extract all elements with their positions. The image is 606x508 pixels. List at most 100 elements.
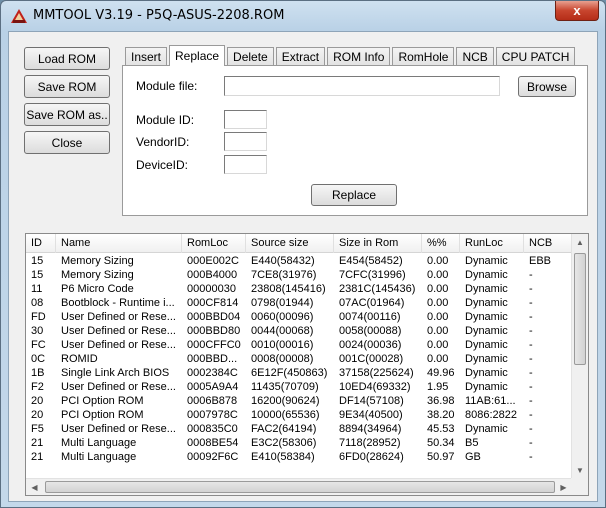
table-cell: 7CFC(31996) — [339, 269, 406, 281]
load-rom-button[interactable]: Load ROM — [24, 47, 110, 70]
table-row[interactable]: 08 Bootblock - Runtime i... 000CF814 0798(0… — [26, 296, 572, 310]
table-cell: Dynamic — [465, 311, 508, 323]
table-cell: 00092F6C — [187, 451, 239, 463]
scroll-down-icon[interactable]: ▼ — [572, 462, 588, 479]
column-header[interactable]: Name — [56, 234, 182, 253]
replace-tab-panel: Module file: Browse Module ID: VendorID:… — [122, 65, 588, 216]
table-cell: 0005A9A4 — [187, 381, 239, 393]
table-cell: E440(58432) — [251, 255, 315, 267]
save-rom-as-button[interactable]: Save ROM as.. — [24, 103, 110, 126]
table-cell: 21 — [31, 451, 44, 463]
tab-strip: Insert Replace Delete Extract ROM Info RomHol… — [125, 45, 577, 66]
table-cell: F2 — [31, 381, 44, 393]
table-cell: User Defined or Rese... — [61, 325, 176, 337]
table-row[interactable]: 20 PCI Option ROM 0006B878 16200(90624) DF14… — [26, 394, 572, 408]
module-list[interactable]: ID Name RomLoc Source size Size in Rom%% RunL… — [25, 233, 589, 496]
table-cell: 15 — [31, 269, 44, 281]
table-cell: 0.00 — [427, 297, 449, 309]
horizontal-scroll-thumb[interactable] — [45, 481, 555, 493]
column-header[interactable]: RunLoc — [460, 234, 524, 253]
scroll-up-icon[interactable]: ▲ — [572, 234, 588, 251]
table-row[interactable]: 21 Multi Language 0008BE54 E3C2(58306) 7118(… — [26, 436, 572, 450]
table-row[interactable]: 20 PCI Option ROM 0007978C 10000(65536) 9E34… — [26, 408, 572, 422]
column-header[interactable]: RomLoc — [182, 234, 246, 253]
table-cell: 7118(28952) — [339, 437, 401, 449]
table-cell: - — [529, 437, 533, 449]
table-cell: Memory Sizing — [61, 269, 134, 281]
tab-insert[interactable]: Insert — [125, 47, 168, 66]
table-cell: - — [529, 367, 533, 379]
table-cell: 0.00 — [427, 255, 449, 267]
module-id-input[interactable] — [224, 110, 267, 129]
table-cell: Dynamic — [465, 381, 508, 393]
table-cell: 0044(00068) — [251, 325, 314, 337]
table-cell: 2381C(145436) — [339, 283, 416, 295]
table-cell: 11 — [31, 283, 43, 295]
table-row[interactable]: 15 Memory Sizing 000E002C E440(58432) E454(5… — [26, 254, 572, 268]
table-cell: 0.00 — [427, 339, 449, 351]
table-cell: 1.95 — [427, 381, 449, 393]
table-cell: - — [529, 353, 533, 365]
column-header[interactable]: NCB — [524, 234, 572, 253]
title-bar[interactable]: MMTOOL V3.19 - P5Q-ASUS-2208.ROM x — [1, 1, 605, 31]
table-row[interactable]: 30 User Defined or Rese... 000BBD80 0044(00… — [26, 324, 572, 338]
client-area: Load ROM Save ROM Save ROM as.. Close In… — [8, 31, 598, 502]
close-rom-button[interactable]: Close — [24, 131, 110, 154]
table-row[interactable]: 0C ROMID 000BBD... 0008(00008) 001C(00028) 0.… — [26, 352, 572, 366]
table-row[interactable]: FC User Defined or Rese... 000CFFC0 0010(00… — [26, 338, 572, 352]
tab-cpu-patch[interactable]: CPU PATCH — [495, 47, 576, 66]
table-cell: 000835C0 — [187, 423, 238, 435]
window-close-button[interactable]: x — [555, 1, 599, 21]
table-cell: DF14(57108) — [339, 395, 404, 407]
table-row[interactable]: FD User Defined or Rese... 000BBD04 0060(00… — [26, 310, 572, 324]
tab-extract[interactable]: Extract — [275, 47, 326, 66]
table-cell: Dynamic — [465, 367, 508, 379]
table-cell: 50.97 — [427, 451, 455, 463]
table-cell: E410(58384) — [251, 451, 315, 463]
table-cell: 50.34 — [427, 437, 455, 449]
table-cell: User Defined or Rese... — [61, 381, 176, 393]
table-cell: 10000(65536) — [251, 409, 320, 421]
save-rom-button[interactable]: Save ROM — [24, 75, 110, 98]
vendor-id-input[interactable] — [224, 132, 267, 151]
table-cell: 15 — [31, 255, 44, 267]
scroll-left-icon[interactable]: ◀ — [26, 479, 43, 495]
module-file-label: Module file: — [136, 79, 198, 93]
tab-replace[interactable]: Replace — [169, 45, 226, 66]
table-cell: 0058(00088) — [339, 325, 402, 337]
table-cell: Memory Sizing — [61, 255, 134, 267]
vertical-scrollbar[interactable]: ▲ ▼ — [571, 234, 588, 479]
tab-rom-info[interactable]: ROM Info — [327, 47, 391, 66]
table-cell: 16200(90624) — [251, 395, 320, 407]
browse-button[interactable]: Browse — [518, 76, 576, 97]
table-cell: Dynamic — [465, 297, 508, 309]
table-cell: 7CE8(31976) — [251, 269, 317, 281]
table-row[interactable]: F2 User Defined or Rese... 0005A9A4 11435(7… — [26, 380, 572, 394]
column-header[interactable]: Size in Rom — [334, 234, 422, 253]
table-cell: - — [529, 395, 533, 407]
horizontal-scrollbar[interactable]: ◀ ▶ — [26, 478, 572, 495]
scroll-right-icon[interactable]: ▶ — [555, 479, 572, 495]
table-cell: 0C — [31, 353, 46, 365]
table-row[interactable]: 11 P6 Micro Code 00000030 23808(145416) 2381… — [26, 282, 572, 296]
table-cell: 0.00 — [427, 311, 449, 323]
tab-romhole[interactable]: RomHole — [392, 47, 455, 66]
column-header[interactable]: Source size — [246, 234, 334, 253]
tab-ncb[interactable]: NCB — [456, 47, 494, 66]
table-row[interactable]: 15 Memory Sizing 000B4000 7CE8(31976) 7CFC(3… — [26, 268, 572, 282]
device-id-input[interactable] — [224, 155, 267, 174]
table-row[interactable]: F5 User Defined or Rese... 000835C0 FAC2(64… — [26, 422, 572, 436]
table-row[interactable]: 1B Single Link Arch BIOS 0002384C 6E12F(450… — [26, 366, 572, 380]
table-cell: 10ED4(69332) — [339, 381, 411, 393]
table-cell: User Defined or Rese... — [61, 311, 176, 323]
table-row[interactable]: 21 Multi Language 00092F6C E410(58384) 6FD0(… — [26, 450, 572, 464]
tab-delete[interactable]: Delete — [227, 47, 274, 66]
column-header[interactable]: ID — [26, 234, 56, 253]
table-cell: 8894(34964) — [339, 423, 402, 435]
vertical-scroll-thumb[interactable] — [574, 253, 586, 365]
replace-button[interactable]: Replace — [311, 184, 397, 206]
table-cell: B5 — [465, 437, 479, 449]
table-cell: Dynamic — [465, 325, 508, 337]
column-header[interactable]: %% — [422, 234, 460, 253]
module-file-input[interactable] — [224, 76, 500, 96]
